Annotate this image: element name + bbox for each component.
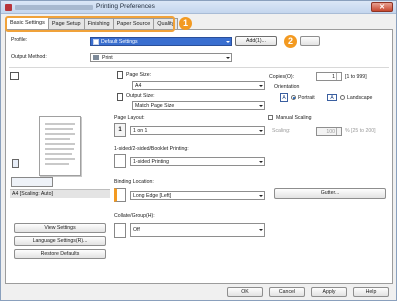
profile-value: Default Settings — [101, 39, 138, 45]
portrait-label: Portrait — [298, 95, 315, 101]
printing-preferences-window: Printing Preferences ✕ Basic Settings Pa… — [0, 0, 397, 301]
copies-label: Copies(O): — [269, 74, 295, 80]
landscape-radio[interactable] — [340, 95, 345, 100]
page-size-icon — [117, 71, 123, 79]
collate-select[interactable]: Off — [130, 223, 265, 237]
collate-value: Off — [133, 227, 140, 233]
close-icon: ✕ — [379, 4, 385, 11]
output-size-label: Output Size: — [126, 93, 155, 99]
scaling-range: % [25 to 200] — [345, 128, 376, 134]
document-stack-icon — [12, 159, 19, 168]
output-method-value: Print — [102, 55, 113, 61]
page-size-label: Page Size: — [126, 72, 152, 78]
preview-status: A4 [Scaling: Auto] — [10, 189, 110, 198]
callout-1: 1 — [179, 17, 192, 30]
manual-scaling-checkbox[interactable] — [268, 115, 273, 120]
manual-scaling-label: Manual Scaling — [276, 115, 312, 121]
scaling-spinner[interactable]: 100 — [316, 127, 342, 136]
apply-button[interactable]: Apply — [311, 287, 347, 297]
help-button[interactable]: Help — [353, 287, 389, 297]
orientation-label: Orientation — [274, 84, 300, 90]
printer-app-icon — [5, 4, 12, 11]
binding-location-label: Binding Location: — [114, 179, 154, 185]
landscape-label: Landscape — [347, 95, 373, 101]
landscape-icon: A — [327, 94, 337, 101]
sided-printing-value: 1-sided Printing — [133, 159, 170, 165]
cancel-button[interactable]: Cancel — [269, 287, 305, 297]
page-layout-select[interactable]: 1 on 1 — [130, 126, 265, 135]
output-size-value: Match Page Size — [135, 103, 175, 109]
restore-defaults-button[interactable]: Restore Defaults — [14, 249, 106, 259]
printer-preview-icon — [11, 177, 53, 187]
chevron-down-icon — [259, 85, 263, 87]
tabs-highlight — [5, 16, 175, 32]
basic-settings-panel: Profile: Default Settings Add(1)... Outp… — [5, 29, 393, 284]
collate-icon — [114, 223, 126, 238]
gutter-button[interactable]: Gutter... — [274, 188, 386, 199]
callout-2: 2 — [284, 35, 297, 48]
preview-mode-icon[interactable] — [10, 72, 19, 80]
portrait-radio[interactable] — [291, 95, 296, 100]
profile-select[interactable]: Default Settings — [90, 37, 232, 46]
chevron-down-icon — [226, 57, 230, 59]
page-layout-label: Page Layout: — [114, 115, 145, 121]
add-profile-button[interactable]: Add(1)... — [235, 36, 277, 46]
divider — [9, 67, 389, 68]
output-method-label: Output Method: — [11, 54, 47, 60]
window-title: Printing Preferences — [96, 3, 155, 10]
chevron-down-icon — [259, 195, 263, 197]
collate-label: Collate/Group(H): — [114, 213, 155, 219]
spinner-arrows-icon[interactable] — [336, 73, 341, 80]
ok-button[interactable]: OK — [227, 287, 263, 297]
binding-location-select[interactable]: Long Edge [Left] — [130, 191, 265, 200]
binding-location-value: Long Edge [Left] — [133, 193, 172, 199]
copies-value: 1 — [332, 74, 335, 80]
profile-label: Profile: — [11, 37, 28, 43]
printer-name-redacted — [15, 5, 93, 10]
portrait-icon: A — [280, 93, 288, 102]
output-method-select[interactable]: Print — [90, 53, 232, 62]
chevron-down-icon — [226, 41, 230, 43]
binding-location-icon — [114, 188, 126, 202]
chevron-down-icon — [259, 161, 263, 163]
page-preview — [39, 116, 81, 176]
language-settings-button[interactable]: Language Settings(R)... — [14, 236, 106, 246]
dialog-footer: OK Cancel Apply Help — [1, 284, 396, 300]
title-bar: Printing Preferences ✕ — [1, 1, 396, 14]
output-size-icon — [117, 93, 123, 101]
page-layout-icon: 1 — [114, 123, 126, 137]
copies-spinner[interactable]: 1 — [316, 72, 342, 81]
edit-profile-button[interactable] — [300, 36, 320, 46]
printer-icon — [93, 55, 99, 61]
close-button[interactable]: ✕ — [371, 2, 393, 12]
page-size-select[interactable]: A4 — [132, 81, 265, 90]
page-layout-value: 1 on 1 — [133, 128, 148, 134]
copies-range: [1 to 999] — [345, 74, 367, 80]
chevron-down-icon — [259, 105, 263, 107]
profile-icon — [93, 38, 99, 45]
chevron-down-icon — [259, 130, 263, 132]
page-size-value: A4 — [135, 83, 142, 89]
view-settings-button[interactable]: View Settings — [14, 223, 106, 233]
scaling-label: Scaling: — [272, 128, 291, 134]
spinner-arrows-icon[interactable] — [336, 128, 341, 135]
output-size-select[interactable]: Match Page Size — [132, 101, 265, 110]
chevron-down-icon — [259, 229, 263, 231]
sided-printing-label: 1-sided/2-sided/Booklet Printing: — [114, 146, 189, 152]
sided-printing-select[interactable]: 1-sided Printing — [130, 157, 265, 166]
sided-printing-icon — [114, 154, 126, 168]
scaling-value: 100 — [326, 129, 335, 135]
